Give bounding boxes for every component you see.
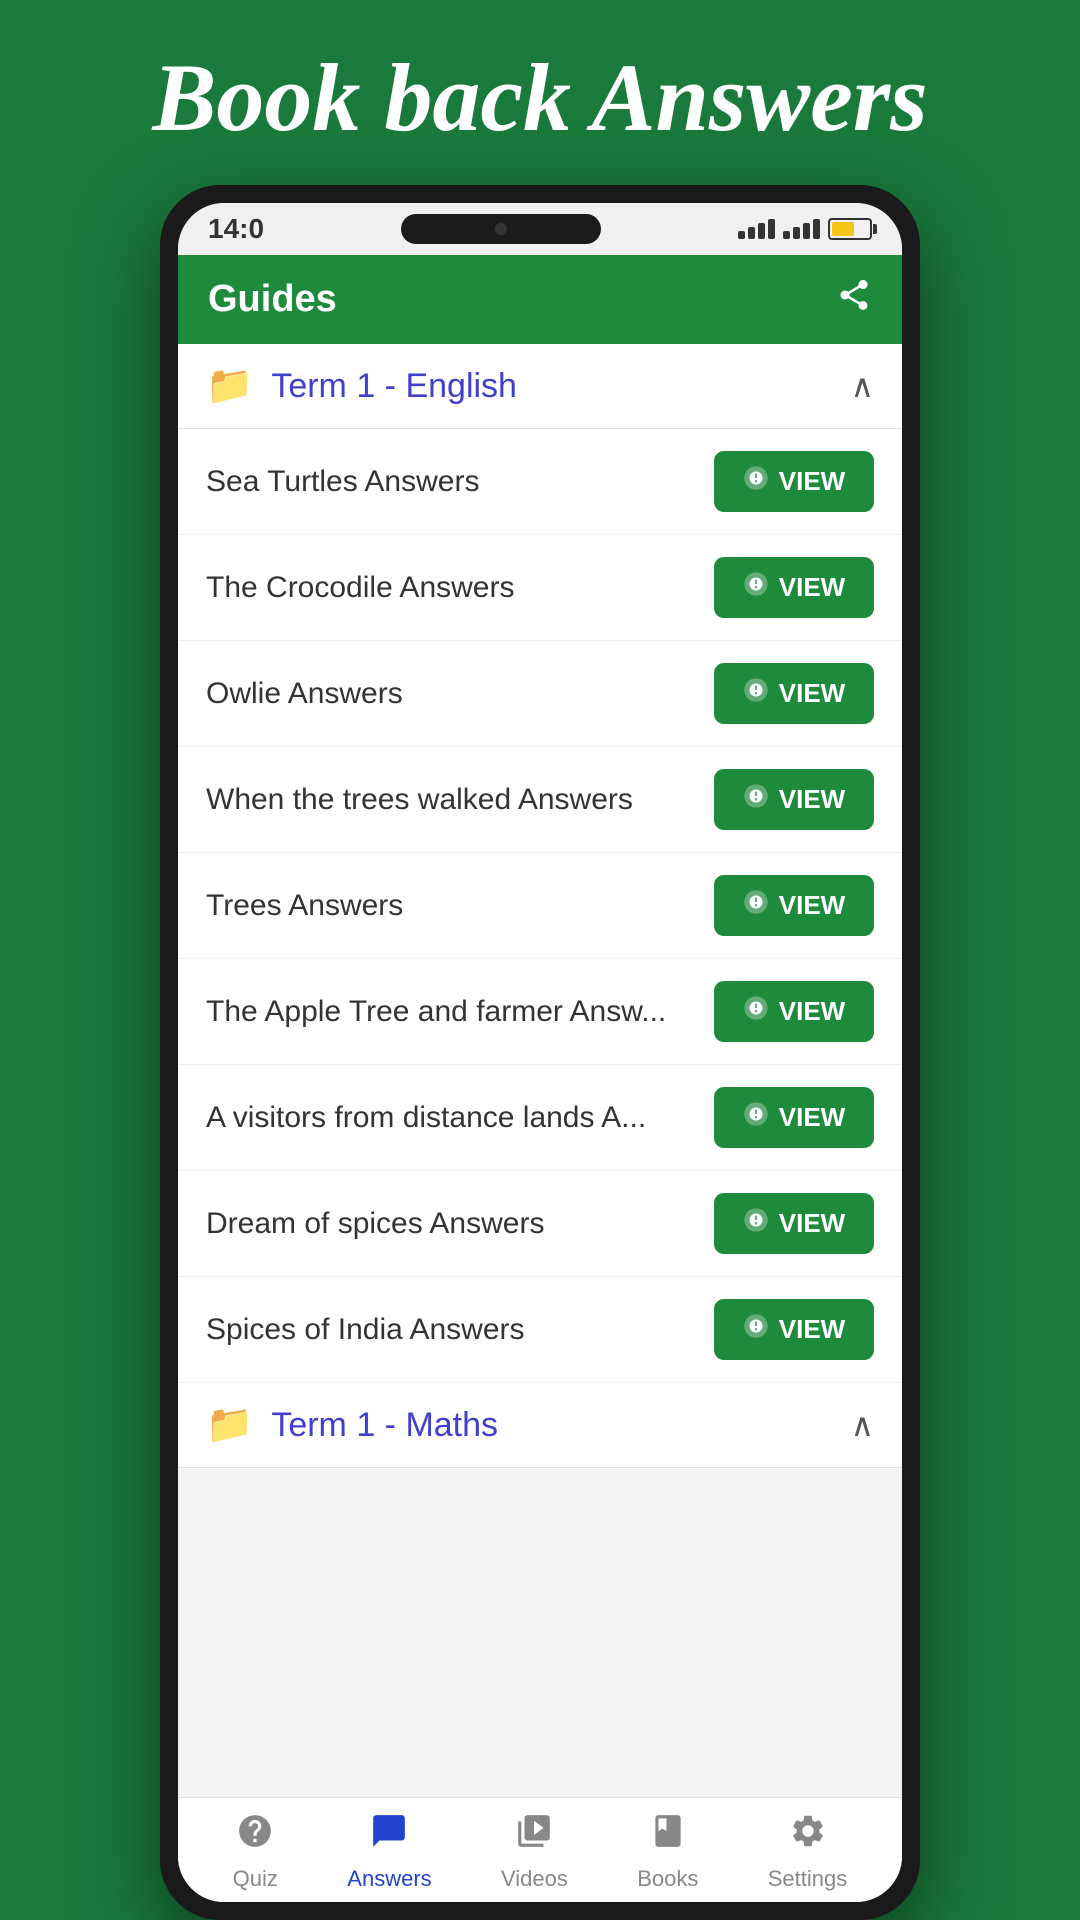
nav-item-books[interactable]: Books — [637, 1812, 698, 1892]
books-icon — [649, 1812, 687, 1860]
item-label-apple-tree: The Apple Tree and farmer Answ... — [206, 995, 698, 1029]
nav-label-settings: Settings — [768, 1866, 848, 1892]
phone-inner: 14:0 — [178, 203, 902, 1902]
item-label-trees-walked: When the trees walked Answers — [206, 783, 698, 817]
coin-icon-7 — [743, 1101, 769, 1134]
nav-label-videos: Videos — [501, 1866, 568, 1892]
bottom-nav: Quiz Answers Videos — [178, 1797, 902, 1902]
nav-label-answers: Answers — [347, 1866, 431, 1892]
coin-icon-4 — [743, 783, 769, 816]
battery-fill — [832, 222, 854, 236]
section-title-english: Term 1 - English — [271, 367, 850, 406]
item-label-trees: Trees Answers — [206, 889, 698, 923]
item-label-owlie: Owlie Answers — [206, 677, 698, 711]
list-item-dream-spices: Dream of spices Answers VIEW — [178, 1171, 902, 1277]
signal-bars-1 — [738, 219, 775, 239]
view-btn-dream-spices[interactable]: VIEW — [714, 1193, 874, 1254]
app-header: Guides — [178, 255, 902, 344]
view-label-1: VIEW — [779, 466, 845, 497]
item-label-visitors: A visitors from distance lands A... — [206, 1101, 698, 1135]
chevron-up-english: ∧ — [851, 367, 874, 405]
item-label-dream-spices: Dream of spices Answers — [206, 1207, 698, 1241]
app-header-title: Guides — [208, 278, 337, 321]
view-btn-sea-turtles[interactable]: VIEW — [714, 451, 874, 512]
section-title-maths: Term 1 - Maths — [271, 1406, 850, 1445]
list-item-crocodile: The Crocodile Answers VIEW — [178, 535, 902, 641]
nav-item-answers[interactable]: Answers — [347, 1812, 431, 1892]
share-button[interactable] — [836, 277, 872, 322]
quiz-icon — [236, 1812, 274, 1860]
content-area: 📁 Term 1 - English ∧ Sea Turtles Answers… — [178, 344, 902, 1902]
nav-item-videos[interactable]: Videos — [501, 1812, 568, 1892]
chevron-up-maths: ∧ — [851, 1406, 874, 1444]
coin-icon-8 — [743, 1207, 769, 1240]
folder-icon-english: 📁 — [206, 364, 253, 408]
view-label-6: VIEW — [779, 996, 845, 1027]
coin-icon-9 — [743, 1313, 769, 1346]
item-label-crocodile: The Crocodile Answers — [206, 571, 698, 605]
signal-bars-2 — [783, 219, 820, 239]
list-item-apple-tree: The Apple Tree and farmer Answ... VIEW — [178, 959, 902, 1065]
coin-icon-1 — [743, 465, 769, 498]
coin-icon-2 — [743, 571, 769, 604]
list-item-owlie: Owlie Answers VIEW — [178, 641, 902, 747]
coin-icon-5 — [743, 889, 769, 922]
status-time: 14:0 — [208, 213, 264, 245]
view-label-4: VIEW — [779, 784, 845, 815]
status-notch — [401, 214, 601, 244]
page-header: Book back Answers — [0, 0, 1080, 185]
folder-icon-maths: 📁 — [206, 1403, 253, 1447]
nav-label-quiz: Quiz — [233, 1866, 278, 1892]
coin-icon-6 — [743, 995, 769, 1028]
answers-icon — [370, 1812, 408, 1860]
settings-icon — [789, 1812, 827, 1860]
view-btn-crocodile[interactable]: VIEW — [714, 557, 874, 618]
view-btn-spices-india[interactable]: VIEW — [714, 1299, 874, 1360]
status-bar: 14:0 — [178, 203, 902, 255]
videos-icon — [515, 1812, 553, 1860]
view-btn-owlie[interactable]: VIEW — [714, 663, 874, 724]
nav-item-settings[interactable]: Settings — [768, 1812, 848, 1892]
view-label-8: VIEW — [779, 1208, 845, 1239]
section-header-maths[interactable]: 📁 Term 1 - Maths ∧ — [178, 1383, 902, 1468]
view-label-9: VIEW — [779, 1314, 845, 1345]
list-item-spices-india: Spices of India Answers VIEW — [178, 1277, 902, 1383]
view-btn-apple-tree[interactable]: VIEW — [714, 981, 874, 1042]
view-label-3: VIEW — [779, 678, 845, 709]
item-label-sea-turtles: Sea Turtles Answers — [206, 465, 698, 499]
list-item-visitors: A visitors from distance lands A... VIEW — [178, 1065, 902, 1171]
status-icons — [738, 218, 872, 240]
view-btn-trees-walked[interactable]: VIEW — [714, 769, 874, 830]
nav-label-books: Books — [637, 1866, 698, 1892]
coin-icon-3 — [743, 677, 769, 710]
view-btn-trees[interactable]: VIEW — [714, 875, 874, 936]
list-item-trees: Trees Answers VIEW — [178, 853, 902, 959]
view-label-2: VIEW — [779, 572, 845, 603]
nav-item-quiz[interactable]: Quiz — [233, 1812, 278, 1892]
view-label-5: VIEW — [779, 890, 845, 921]
list-item-sea-turtles: Sea Turtles Answers VIEW — [178, 429, 902, 535]
view-label-7: VIEW — [779, 1102, 845, 1133]
item-label-spices-india: Spices of India Answers — [206, 1313, 698, 1347]
page-title: Book back Answers — [60, 40, 1020, 155]
view-btn-visitors[interactable]: VIEW — [714, 1087, 874, 1148]
section-header-english[interactable]: 📁 Term 1 - English ∧ — [178, 344, 902, 429]
phone-wrapper: 14:0 — [160, 185, 920, 1920]
battery — [828, 218, 872, 240]
list-item-trees-walked: When the trees walked Answers VIEW — [178, 747, 902, 853]
notch-dot — [495, 223, 507, 235]
list-container: Sea Turtles Answers VIEW The Crocodile A… — [178, 429, 902, 1797]
